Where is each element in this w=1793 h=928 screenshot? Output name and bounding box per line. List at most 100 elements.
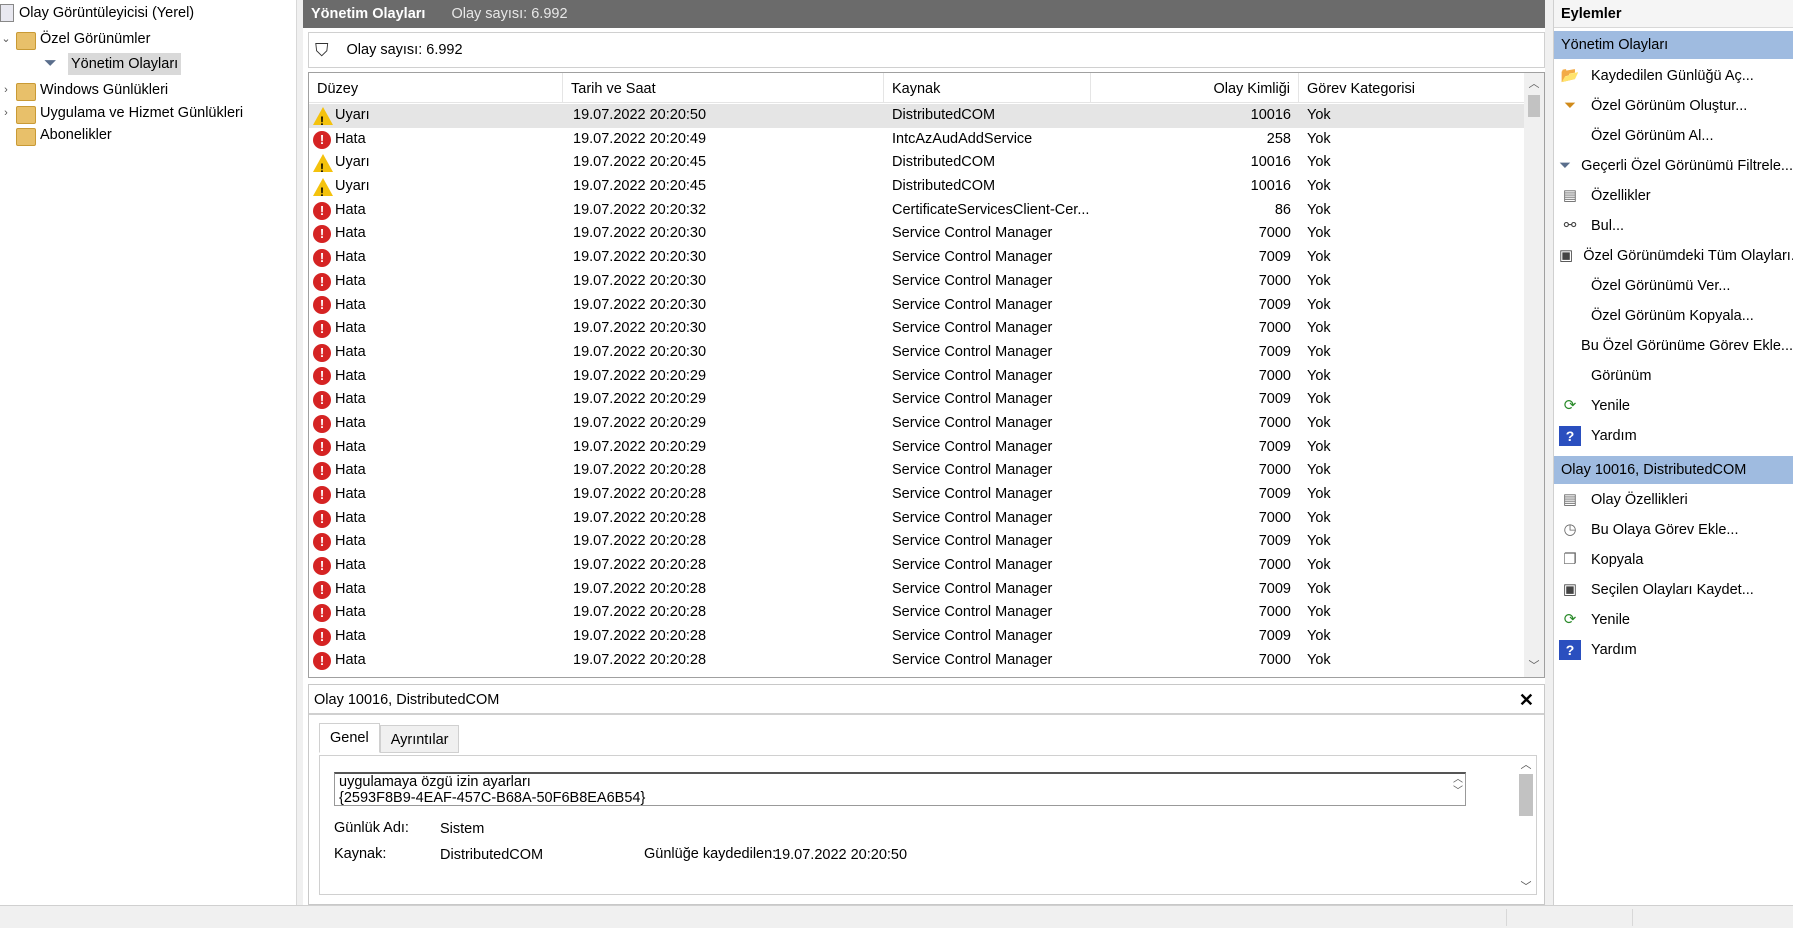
close-icon[interactable]: ✕ [1519, 685, 1534, 715]
table-row[interactable]: ! Hata 19.07.2022 20:20:30 Service Control … [309, 294, 1524, 318]
column-header-level[interactable]: Düzey [309, 73, 563, 103]
scroll-thumb[interactable] [1528, 95, 1540, 117]
action-item[interactable]: ⏷ Özel Görünüm Oluştur... [1554, 91, 1793, 121]
table-row[interactable]: ! Hata 19.07.2022 20:20:49 IntcAzAudAddServ… [309, 128, 1524, 152]
action-item[interactable]: ▣ Seçilen Olayları Kaydet... [1554, 575, 1793, 605]
action-item[interactable]: Bu Özel Görünüme Görev Ekle... [1554, 331, 1793, 361]
cell-task-category: Yok [1307, 296, 1331, 313]
level-text: Hata [335, 367, 366, 384]
table-row[interactable]: ! Hata 19.07.2022 20:20:29 Service Control … [309, 436, 1524, 460]
properties-icon: ▤ [1562, 491, 1578, 508]
scroll-down-icon[interactable]: ﹀ [1516, 878, 1536, 894]
action-item[interactable]: 📂 Kaydedilen Günlüğü Aç... [1554, 61, 1793, 91]
tree-custom-views-label: Özel Görünümler [40, 31, 151, 47]
detail-tabs: Genel Ayrıntılar [319, 723, 460, 753]
action-item[interactable]: Görünüm [1554, 361, 1793, 391]
action-item[interactable]: ? Yardım [1554, 421, 1793, 451]
source-label: Kaynak: [334, 846, 387, 862]
level-text: Hata [335, 201, 366, 218]
action-item[interactable]: Özel Görünüm Kopyala... [1554, 301, 1793, 331]
action-item[interactable]: Özel Görünüm Al... [1554, 121, 1793, 151]
table-header: Düzey Tarih ve Saat Kaynak Olay Kimliği … [309, 73, 1524, 103]
scroll-up-icon[interactable]: ︿ [1516, 756, 1536, 772]
table-row[interactable]: ! Hata 19.07.2022 20:20:29 Service Control … [309, 365, 1524, 389]
action-label: Kopyala [1591, 552, 1644, 568]
table-row[interactable]: ! Hata 19.07.2022 20:20:28 Service Control … [309, 554, 1524, 578]
detail-title: Olay 10016, DistributedCOM [314, 692, 500, 708]
action-item[interactable]: ▣ Özel Görünümdeki Tüm Olayları... [1554, 241, 1793, 271]
table-row[interactable]: ! Hata 19.07.2022 20:20:30 Service Control … [309, 341, 1524, 365]
column-header-task-category[interactable]: Görev Kategorisi [1299, 73, 1524, 103]
column-header-source[interactable]: Kaynak [884, 73, 1091, 103]
action-item[interactable]: ⟳ Yenile [1554, 605, 1793, 635]
action-item[interactable]: ? Yardım [1554, 635, 1793, 665]
action-item[interactable]: ❐ Kopyala [1554, 545, 1793, 575]
column-header-date[interactable]: Tarih ve Saat [563, 73, 884, 103]
column-header-event-id[interactable]: Olay Kimliği [1091, 73, 1299, 103]
cell-source: Service Control Manager [892, 272, 1053, 289]
tree-item-windows-logs[interactable]: › Windows Günlükleri [0, 79, 168, 101]
table-row[interactable]: ! Hata 19.07.2022 20:20:28 Service Control … [309, 578, 1524, 602]
table-row[interactable]: ! Hata 19.07.2022 20:20:29 Service Control … [309, 388, 1524, 412]
cell-date: 19.07.2022 20:20:29 [573, 414, 707, 431]
table-row[interactable]: ! Uyarı 19.07.2022 20:20:45 DistributedCOM 1… [309, 151, 1524, 175]
table-row[interactable]: ! Hata 19.07.2022 20:20:30 Service Control … [309, 222, 1524, 246]
actions-section-admin-events[interactable]: Yönetim Olayları [1554, 31, 1793, 59]
table-row[interactable]: ! Uyarı 19.07.2022 20:20:45 DistributedCOM 1… [309, 175, 1524, 199]
action-item[interactable]: ▤ Özellikler [1554, 181, 1793, 211]
description-scroll-icon[interactable]: ︿ ﹀ [1453, 774, 1463, 798]
action-item[interactable]: ⚯ Bul... [1554, 211, 1793, 241]
detail-scrollbar[interactable]: ︿ ﹀ [1516, 756, 1536, 894]
event-description[interactable]: uygulamaya özgü izin ayarları {2593F8B9-… [334, 772, 1466, 806]
scroll-up-icon[interactable]: ︿ [1524, 75, 1544, 93]
action-item[interactable]: ⟳ Yenile [1554, 391, 1793, 421]
cell-date: 19.07.2022 20:20:30 [573, 320, 707, 337]
cell-task-category: Yok [1307, 557, 1331, 574]
cell-level: ! Hata [309, 412, 563, 436]
table-row[interactable]: ! Hata 19.07.2022 20:20:29 Service Control … [309, 412, 1524, 436]
action-item[interactable]: Özel Görünümü Ver... [1554, 271, 1793, 301]
tree-item-root[interactable]: Olay Görüntüleyicisi (Yerel) [0, 2, 194, 24]
tree-item-custom-views[interactable]: ⌄ Özel Görünümler [0, 28, 150, 50]
action-item[interactable]: ▤ Olay Özellikleri [1554, 485, 1793, 515]
cell-event-id: 7000 [1258, 462, 1291, 479]
cell-source: Service Control Manager [892, 533, 1053, 550]
table-row[interactable]: ! Hata 19.07.2022 20:20:28 Service Control … [309, 649, 1524, 673]
scroll-down-icon[interactable]: ﹀ [1524, 657, 1544, 675]
cell-date: 19.07.2022 20:20:28 [573, 557, 707, 574]
cell-level: ! Hata [309, 459, 563, 483]
table-row[interactable]: ! Hata 19.07.2022 20:20:28 Service Control … [309, 625, 1524, 649]
table-row[interactable]: ! Uyarı 19.07.2022 20:20:50 DistributedCOM 1… [309, 104, 1524, 128]
level-text: Hata [335, 272, 366, 289]
table-scrollbar[interactable]: ︿ ﹀ [1524, 73, 1544, 677]
chevron-down-icon[interactable]: ⌄ [0, 28, 12, 50]
table-row[interactable]: ! Hata 19.07.2022 20:20:30 Service Control … [309, 317, 1524, 341]
level-text: Hata [335, 130, 366, 147]
right-splitter[interactable] [1545, 0, 1553, 905]
table-row[interactable]: ! Hata 19.07.2022 20:20:30 Service Control … [309, 246, 1524, 270]
save-icon: ▣ [1562, 581, 1578, 598]
cell-source: DistributedCOM [892, 154, 996, 171]
table-row[interactable]: ! Hata 19.07.2022 20:20:28 Service Control … [309, 601, 1524, 625]
chevron-right-icon[interactable]: › [0, 102, 12, 124]
table-row[interactable]: ! Hata 19.07.2022 20:20:30 Service Control … [309, 270, 1524, 294]
tree-item-app-service-logs[interactable]: › Uygulama ve Hizmet Günlükleri [0, 102, 243, 124]
actions-section-event[interactable]: Olay 10016, DistributedCOM [1554, 456, 1793, 484]
table-row[interactable]: ! Hata 19.07.2022 20:20:28 Service Control … [309, 507, 1524, 531]
table-row[interactable]: ! Hata 19.07.2022 20:20:32 CertificateServi… [309, 199, 1524, 223]
table-row[interactable]: ! Hata 19.07.2022 20:20:28 Service Control … [309, 459, 1524, 483]
filter-create-icon: ⏷ [1563, 97, 1576, 114]
cell-level: ! Hata [309, 341, 563, 365]
tree-item-subscriptions[interactable]: Abonelikler [16, 124, 112, 146]
tree-item-admin-events[interactable]: ⏷ Yönetim Olayları [44, 53, 182, 75]
scroll-thumb[interactable] [1519, 774, 1533, 816]
action-item[interactable]: ⏷ Geçerli Özel Görünümü Filtrele... [1554, 151, 1793, 181]
cell-event-id: 10016 [1250, 154, 1291, 171]
table-row[interactable]: ! Hata 19.07.2022 20:20:28 Service Control … [309, 530, 1524, 554]
properties-icon: ▤ [1562, 187, 1578, 204]
tab-general[interactable]: Genel [319, 723, 380, 753]
action-item[interactable]: ◷ Bu Olaya Görev Ekle... [1554, 515, 1793, 545]
table-row[interactable]: ! Hata 19.07.2022 20:20:28 Service Control … [309, 483, 1524, 507]
tab-details[interactable]: Ayrıntılar [379, 725, 460, 753]
chevron-right-icon[interactable]: › [0, 79, 12, 101]
